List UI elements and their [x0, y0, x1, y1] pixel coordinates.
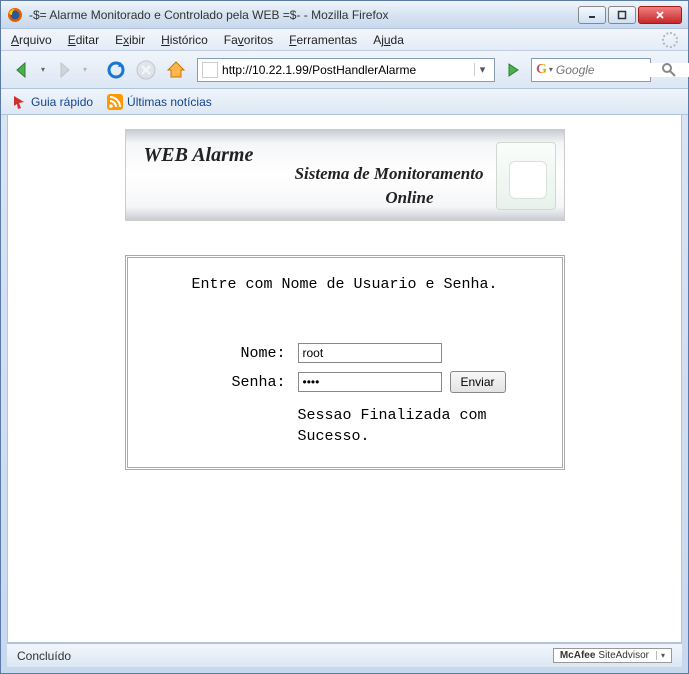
- menu-historico[interactable]: Histórico: [161, 33, 208, 47]
- url-input[interactable]: [222, 63, 474, 77]
- page: WEB Alarme Sistema de Monitoramento Onli…: [8, 115, 681, 470]
- search-engine-dropdown[interactable]: ▾: [549, 65, 553, 74]
- login-heading: Entre com Nome de Usuario e Senha.: [138, 276, 552, 293]
- url-dropdown[interactable]: ▾: [474, 63, 490, 76]
- back-dropdown[interactable]: ▾: [41, 65, 45, 74]
- page-icon: [202, 62, 218, 78]
- bookmark-guia-rapido[interactable]: Guia rápido: [11, 94, 93, 110]
- url-bar[interactable]: ▾: [197, 58, 495, 82]
- enviar-button[interactable]: Enviar: [450, 371, 506, 393]
- forward-button[interactable]: [51, 57, 77, 83]
- window-controls: [578, 6, 682, 24]
- nome-label: Nome:: [166, 345, 286, 362]
- home-button[interactable]: [163, 57, 189, 83]
- throbber-icon: [662, 32, 678, 48]
- sensor-image: [496, 142, 556, 210]
- close-button[interactable]: [638, 6, 682, 24]
- status-text: Concluído: [17, 649, 71, 663]
- senha-label: Senha:: [166, 374, 286, 391]
- menu-favoritos[interactable]: Favoritos: [224, 33, 273, 47]
- menu-exibir[interactable]: Exibir: [115, 33, 145, 47]
- login-form: Nome: Senha: Enviar Sessao Finalizada co…: [138, 343, 552, 447]
- search-go-button[interactable]: [658, 59, 680, 81]
- banner-subtitle1: Sistema de Monitoramento: [295, 164, 484, 184]
- menubar: Arquivo Editar Exibir Histórico Favorito…: [1, 29, 688, 51]
- search-bar[interactable]: G ▾: [531, 58, 651, 82]
- senha-input[interactable]: [298, 372, 442, 392]
- google-icon: G: [536, 62, 547, 78]
- browser-window: -$= Alarme Monitorado e Controlado pela …: [0, 0, 689, 674]
- forward-dropdown[interactable]: ▾: [83, 65, 87, 74]
- minimize-button[interactable]: [578, 6, 606, 24]
- menu-ferramentas[interactable]: Ferramentas: [289, 33, 357, 47]
- stop-button[interactable]: [133, 57, 159, 83]
- rss-icon: [107, 94, 123, 110]
- titlebar: -$= Alarme Monitorado e Controlado pela …: [1, 1, 688, 29]
- banner-brand: WEB Alarme: [144, 144, 254, 167]
- status-message: Sessao Finalizada com Sucesso.: [298, 405, 524, 447]
- go-button[interactable]: [503, 60, 523, 80]
- content-area: WEB Alarme Sistema de Monitoramento Onli…: [7, 115, 682, 643]
- pointer-icon: [11, 94, 27, 110]
- statusbar: Concluído McAfee SiteAdvisor ▾: [7, 643, 682, 667]
- siteadvisor-badge[interactable]: McAfee SiteAdvisor ▾: [553, 648, 672, 663]
- login-box: Entre com Nome de Usuario e Senha. Nome:…: [125, 255, 565, 470]
- bookmark-ultimas-noticias[interactable]: Últimas notícias: [107, 94, 212, 110]
- nav-toolbar: ▾ ▾ ▾ G ▾: [1, 51, 688, 89]
- banner-subtitle2: Online: [385, 188, 433, 208]
- firefox-icon: [7, 7, 23, 23]
- menu-editar[interactable]: Editar: [68, 33, 99, 47]
- back-button[interactable]: [9, 57, 35, 83]
- maximize-button[interactable]: [608, 6, 636, 24]
- nome-input[interactable]: [298, 343, 442, 363]
- window-title: -$= Alarme Monitorado e Controlado pela …: [29, 8, 578, 22]
- bookmarks-bar: Guia rápido Últimas notícias: [1, 89, 688, 115]
- menu-arquivo[interactable]: Arquivo: [11, 33, 52, 47]
- banner: WEB Alarme Sistema de Monitoramento Onli…: [125, 129, 565, 221]
- reload-button[interactable]: [103, 57, 129, 83]
- siteadvisor-dropdown[interactable]: ▾: [656, 651, 665, 660]
- menu-ajuda[interactable]: Ajuda: [373, 33, 404, 47]
